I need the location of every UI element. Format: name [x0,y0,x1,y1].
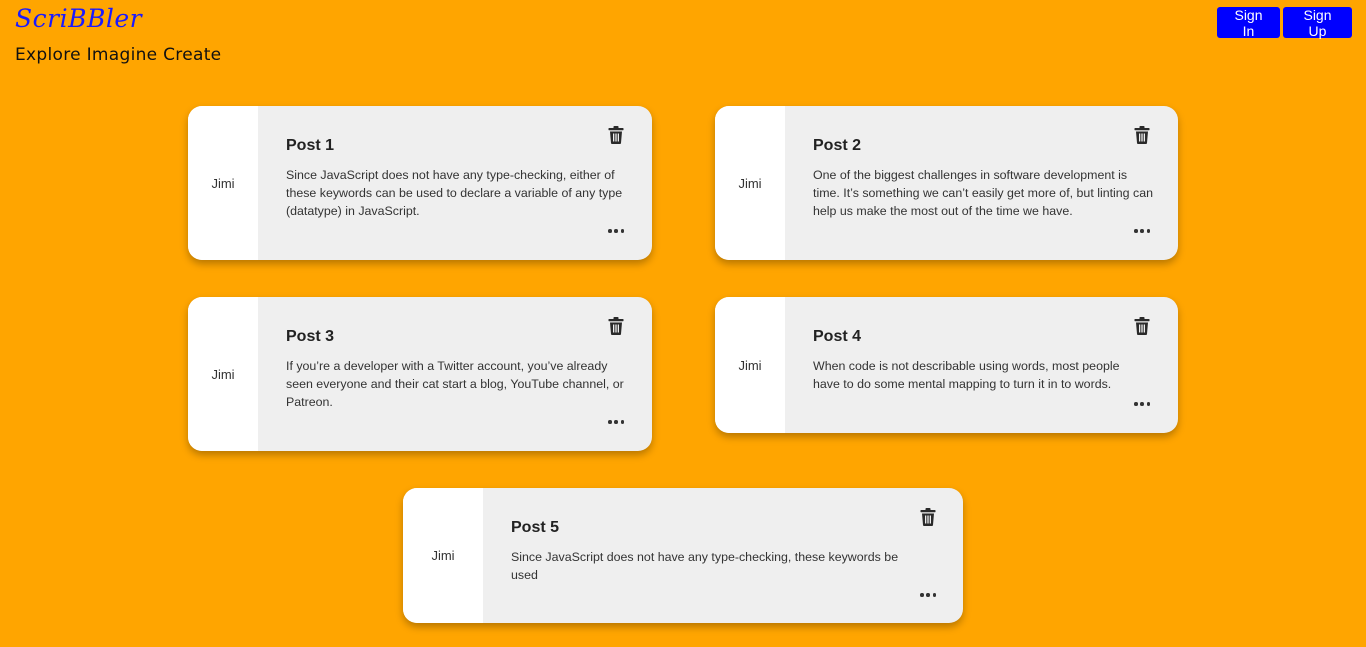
trash-icon[interactable] [608,126,624,144]
post-body: One of the biggest challenges in softwar… [813,168,1153,218]
post-title: Post 5 [511,519,560,536]
brand-logo[interactable]: ScriBBler [15,4,142,33]
more-options-icon[interactable] [1134,401,1150,407]
post-body: If you’re a developer with a Twitter acc… [286,359,624,409]
trash-icon[interactable] [608,317,624,335]
trash-icon[interactable] [1134,317,1150,335]
post-title: Post 4 [813,328,862,345]
post-card: Jimi Post 2 One of the biggest challenge… [715,106,1178,260]
post-card: Jimi Post 3 If you’re a developer with a… [188,297,652,451]
more-options-icon[interactable] [608,228,624,234]
post-body: When code is not describable using words… [813,359,1120,391]
post-title: Post 3 [286,328,335,345]
tagline: Explore Imagine Create [15,45,222,65]
sign-up-button[interactable]: Sign Up [1283,7,1352,39]
trash-icon[interactable] [920,508,936,526]
more-options-icon[interactable] [608,419,624,425]
post-card: Jimi Post 1 Since JavaScript does not ha… [188,106,652,260]
more-options-icon[interactable] [920,592,936,598]
post-body: Since JavaScript does not have any type-… [286,168,623,218]
post-author: Jimi [188,297,258,451]
post-author: Jimi [715,106,785,260]
post-card: Jimi Post 4 When code is not describable… [715,297,1178,433]
post-author: Jimi [188,106,258,260]
trash-icon[interactable] [1134,126,1150,144]
post-title: Post 2 [813,137,862,154]
post-card: Jimi Post 5 Since JavaScript does not ha… [403,488,963,623]
post-author: Jimi [403,488,483,623]
post-author: Jimi [715,297,785,433]
post-title: Post 1 [286,137,335,154]
more-options-icon[interactable] [1134,228,1150,234]
post-body: Since JavaScript does not have any type-… [511,550,899,582]
sign-in-button[interactable]: Sign In [1217,7,1280,39]
